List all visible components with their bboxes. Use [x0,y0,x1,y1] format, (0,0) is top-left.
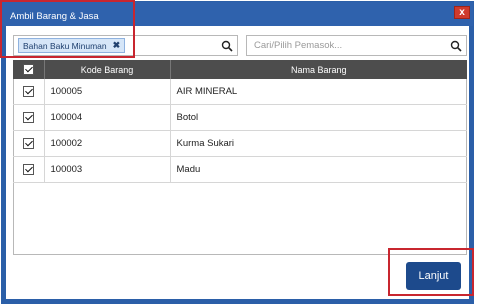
search-icon[interactable] [221,40,233,52]
row-checkbox-cell[interactable] [13,156,44,183]
row-checkbox[interactable] [22,163,34,175]
cell-nama: Madu [169,156,467,183]
cell-nama: AIR MINERAL [169,79,467,105]
highlight-box-filter [0,0,135,58]
row-checkbox[interactable] [22,85,34,97]
table-row[interactable]: 100005 AIR MINERAL [13,79,467,105]
cell-nama: Botol [169,104,467,131]
column-nama-barang[interactable]: Nama Barang [169,60,467,79]
highlight-box-next [388,248,474,296]
cell-kode: 100005 [43,79,170,105]
row-checkbox-cell[interactable] [13,130,44,157]
close-button[interactable]: x [454,6,470,19]
row-checkbox[interactable] [22,111,34,123]
supplier-placeholder: Cari/Pilih Pemasok... [254,40,343,51]
table-row[interactable]: 100003 Madu [13,156,467,183]
column-kode-barang[interactable]: Kode Barang [43,60,170,79]
cell-kode: 100004 [43,104,170,131]
cell-nama: Kurma Sukari [169,130,467,157]
table-row[interactable]: 100002 Kurma Sukari [13,130,467,157]
items-table: Kode Barang Nama Barang 100005 AIR MINER… [13,60,467,183]
search-icon[interactable] [450,40,462,52]
cell-kode: 100002 [43,130,170,157]
cell-kode: 100003 [43,156,170,183]
table-header: Kode Barang Nama Barang [13,60,467,79]
row-checkbox-cell[interactable] [13,79,44,105]
select-all-header[interactable] [13,60,44,79]
row-checkbox-cell[interactable] [13,104,44,131]
close-icon: x [459,7,465,18]
select-all-checkbox[interactable] [22,64,34,76]
table-row[interactable]: 100004 Botol [13,104,467,131]
supplier-search-input[interactable]: Cari/Pilih Pemasok... [246,35,467,56]
row-checkbox[interactable] [22,137,34,149]
